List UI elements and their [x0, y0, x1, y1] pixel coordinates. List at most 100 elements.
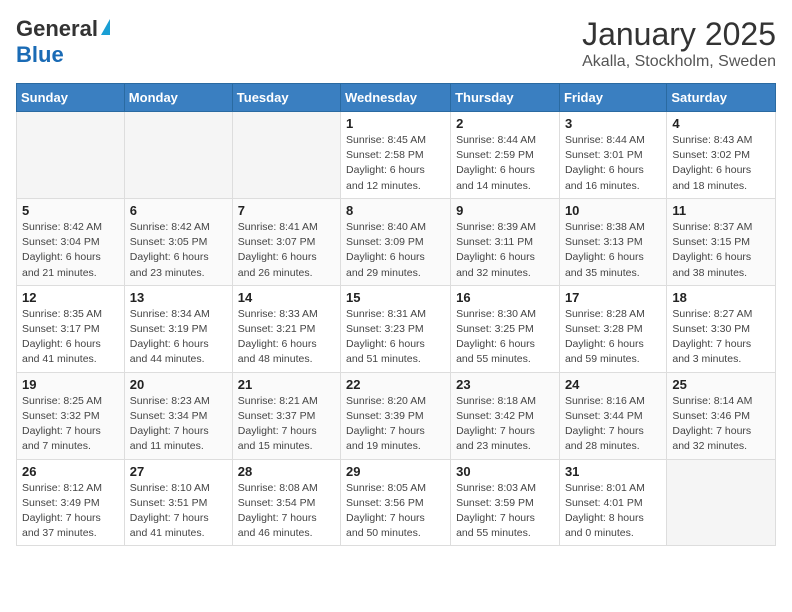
table-row: 8 Sunrise: 8:40 AM Sunset: 3:09 PM Daylig…: [341, 198, 451, 285]
page-header: General Blue January 2025 Akalla, Stockh…: [16, 16, 776, 71]
table-row: 19 Sunrise: 8:25 AM Sunset: 3:32 PM Dayli…: [17, 372, 125, 459]
day-number: 18: [672, 290, 770, 305]
table-row: 23 Sunrise: 8:18 AM Sunset: 3:42 PM Dayli…: [451, 372, 560, 459]
day-detail: Sunrise: 8:08 AM Sunset: 3:54 PM Dayligh…: [238, 481, 335, 542]
table-row: 11 Sunrise: 8:37 AM Sunset: 3:15 PM Dayli…: [667, 198, 776, 285]
day-number: 5: [22, 203, 119, 218]
day-number: 3: [565, 116, 661, 131]
calendar-week-row: 19 Sunrise: 8:25 AM Sunset: 3:32 PM Dayli…: [17, 372, 776, 459]
day-number: 20: [130, 377, 227, 392]
table-row: [667, 459, 776, 546]
table-row: 17 Sunrise: 8:28 AM Sunset: 3:28 PM Dayli…: [559, 285, 666, 372]
day-number: 27: [130, 464, 227, 479]
day-number: 16: [456, 290, 554, 305]
table-row: 30 Sunrise: 8:03 AM Sunset: 3:59 PM Dayli…: [451, 459, 560, 546]
day-detail: Sunrise: 8:23 AM Sunset: 3:34 PM Dayligh…: [130, 394, 227, 455]
calendar-title: January 2025: [582, 16, 776, 53]
table-row: 25 Sunrise: 8:14 AM Sunset: 3:46 PM Dayli…: [667, 372, 776, 459]
table-row: 28Sunrise: 8:08 AM Sunset: 3:54 PM Dayli…: [232, 459, 340, 546]
day-number: 14: [238, 290, 335, 305]
table-row: 29 Sunrise: 8:05 AM Sunset: 3:56 PM Dayli…: [341, 459, 451, 546]
day-detail: Sunrise: 8:37 AM Sunset: 3:15 PM Dayligh…: [672, 220, 770, 281]
logo-text-general: General: [16, 16, 98, 42]
day-number: 1: [346, 116, 445, 131]
day-detail: Sunrise: 8:27 AM Sunset: 3:30 PM Dayligh…: [672, 307, 770, 368]
day-detail: Sunrise: 8:01 AM Sunset: 4:01 PM Dayligh…: [565, 481, 661, 542]
day-number: 23: [456, 377, 554, 392]
day-number: 19: [22, 377, 119, 392]
day-number: 8: [346, 203, 445, 218]
day-number: 15: [346, 290, 445, 305]
day-number: 26: [22, 464, 119, 479]
header-friday: Friday: [559, 84, 666, 112]
day-number: 24: [565, 377, 661, 392]
day-detail: Sunrise: 8:44 AM Sunset: 2:59 PM Dayligh…: [456, 133, 554, 194]
table-row: 20 Sunrise: 8:23 AM Sunset: 3:34 PM Dayli…: [124, 372, 232, 459]
day-detail: Sunrise: 8:44 AM Sunset: 3:01 PM Dayligh…: [565, 133, 661, 194]
calendar-week-row: 5 Sunrise: 8:42 AM Sunset: 3:04 PM Daylig…: [17, 198, 776, 285]
header-monday: Monday: [124, 84, 232, 112]
day-detail: Sunrise: 8:14 AM Sunset: 3:46 PM Dayligh…: [672, 394, 770, 455]
day-number: 4: [672, 116, 770, 131]
calendar-table: Sunday Monday Tuesday Wednesday Thursday…: [16, 83, 776, 546]
day-detail: Sunrise: 8:39 AM Sunset: 3:11 PM Dayligh…: [456, 220, 554, 281]
logo-triangle-icon: [101, 19, 110, 35]
day-number: 2: [456, 116, 554, 131]
table-row: 3 Sunrise: 8:44 AM Sunset: 3:01 PM Daylig…: [559, 112, 666, 199]
header-sunday: Sunday: [17, 84, 125, 112]
day-number: 30: [456, 464, 554, 479]
calendar-subtitle: Akalla, Stockholm, Sweden: [582, 53, 776, 71]
day-number: 11: [672, 203, 770, 218]
table-row: [124, 112, 232, 199]
day-detail: Sunrise: 8:28 AM Sunset: 3:28 PM Dayligh…: [565, 307, 661, 368]
day-detail: Sunrise: 8:40 AM Sunset: 3:09 PM Dayligh…: [346, 220, 445, 281]
day-number: 9: [456, 203, 554, 218]
header-saturday: Saturday: [667, 84, 776, 112]
table-row: 22 Sunrise: 8:20 AM Sunset: 3:39 PM Dayli…: [341, 372, 451, 459]
table-row: 21Sunrise: 8:21 AM Sunset: 3:37 PM Dayli…: [232, 372, 340, 459]
day-detail: Sunrise: 8:41 AM Sunset: 3:07 PM Dayligh…: [238, 220, 335, 281]
day-number: 6: [130, 203, 227, 218]
header-thursday: Thursday: [451, 84, 560, 112]
table-row: 26 Sunrise: 8:12 AM Sunset: 3:49 PM Dayli…: [17, 459, 125, 546]
table-row: 27 Sunrise: 8:10 AM Sunset: 3:51 PM Dayli…: [124, 459, 232, 546]
calendar-week-row: 26 Sunrise: 8:12 AM Sunset: 3:49 PM Dayli…: [17, 459, 776, 546]
day-number: 12: [22, 290, 119, 305]
calendar-header-row: Sunday Monday Tuesday Wednesday Thursday…: [17, 84, 776, 112]
day-detail: Sunrise: 8:20 AM Sunset: 3:39 PM Dayligh…: [346, 394, 445, 455]
day-detail: Sunrise: 8:18 AM Sunset: 3:42 PM Dayligh…: [456, 394, 554, 455]
table-row: 15 Sunrise: 8:31 AM Sunset: 3:23 PM Dayli…: [341, 285, 451, 372]
day-number: 22: [346, 377, 445, 392]
day-detail: Sunrise: 8:34 AM Sunset: 3:19 PM Dayligh…: [130, 307, 227, 368]
table-row: 14 Sunrise: 8:33 AM Sunset: 3:21 PM Dayli…: [232, 285, 340, 372]
table-row: 31 Sunrise: 8:01 AM Sunset: 4:01 PM Dayli…: [559, 459, 666, 546]
day-detail: Sunrise: 8:10 AM Sunset: 3:51 PM Dayligh…: [130, 481, 227, 542]
table-row: 13 Sunrise: 8:34 AM Sunset: 3:19 PM Dayli…: [124, 285, 232, 372]
header-wednesday: Wednesday: [341, 84, 451, 112]
day-number: 31: [565, 464, 661, 479]
day-number: 7: [238, 203, 335, 218]
day-number: 10: [565, 203, 661, 218]
day-detail: Sunrise: 8:03 AM Sunset: 3:59 PM Dayligh…: [456, 481, 554, 542]
day-detail: Sunrise: 8:25 AM Sunset: 3:32 PM Dayligh…: [22, 394, 119, 455]
day-detail: Sunrise: 8:05 AM Sunset: 3:56 PM Dayligh…: [346, 481, 445, 542]
day-detail: Sunrise: 8:42 AM Sunset: 3:04 PM Dayligh…: [22, 220, 119, 281]
day-number: 25: [672, 377, 770, 392]
calendar-week-row: 12 Sunrise: 8:35 AM Sunset: 3:17 PM Dayli…: [17, 285, 776, 372]
table-row: 1Sunrise: 8:45 AM Sunset: 2:58 PM Daylig…: [341, 112, 451, 199]
day-detail: Sunrise: 8:42 AM Sunset: 3:05 PM Dayligh…: [130, 220, 227, 281]
day-number: 29: [346, 464, 445, 479]
day-number: 17: [565, 290, 661, 305]
table-row: 10Sunrise: 8:38 AM Sunset: 3:13 PM Dayli…: [559, 198, 666, 285]
table-row: [17, 112, 125, 199]
table-row: 12 Sunrise: 8:35 AM Sunset: 3:17 PM Dayli…: [17, 285, 125, 372]
table-row: 18 Sunrise: 8:27 AM Sunset: 3:30 PM Dayli…: [667, 285, 776, 372]
day-number: 13: [130, 290, 227, 305]
table-row: 5 Sunrise: 8:42 AM Sunset: 3:04 PM Daylig…: [17, 198, 125, 285]
logo-text-blue: Blue: [16, 42, 64, 67]
day-detail: Sunrise: 8:35 AM Sunset: 3:17 PM Dayligh…: [22, 307, 119, 368]
day-detail: Sunrise: 8:31 AM Sunset: 3:23 PM Dayligh…: [346, 307, 445, 368]
day-detail: Sunrise: 8:12 AM Sunset: 3:49 PM Dayligh…: [22, 481, 119, 542]
logo: General Blue: [16, 16, 110, 68]
day-detail: Sunrise: 8:33 AM Sunset: 3:21 PM Dayligh…: [238, 307, 335, 368]
